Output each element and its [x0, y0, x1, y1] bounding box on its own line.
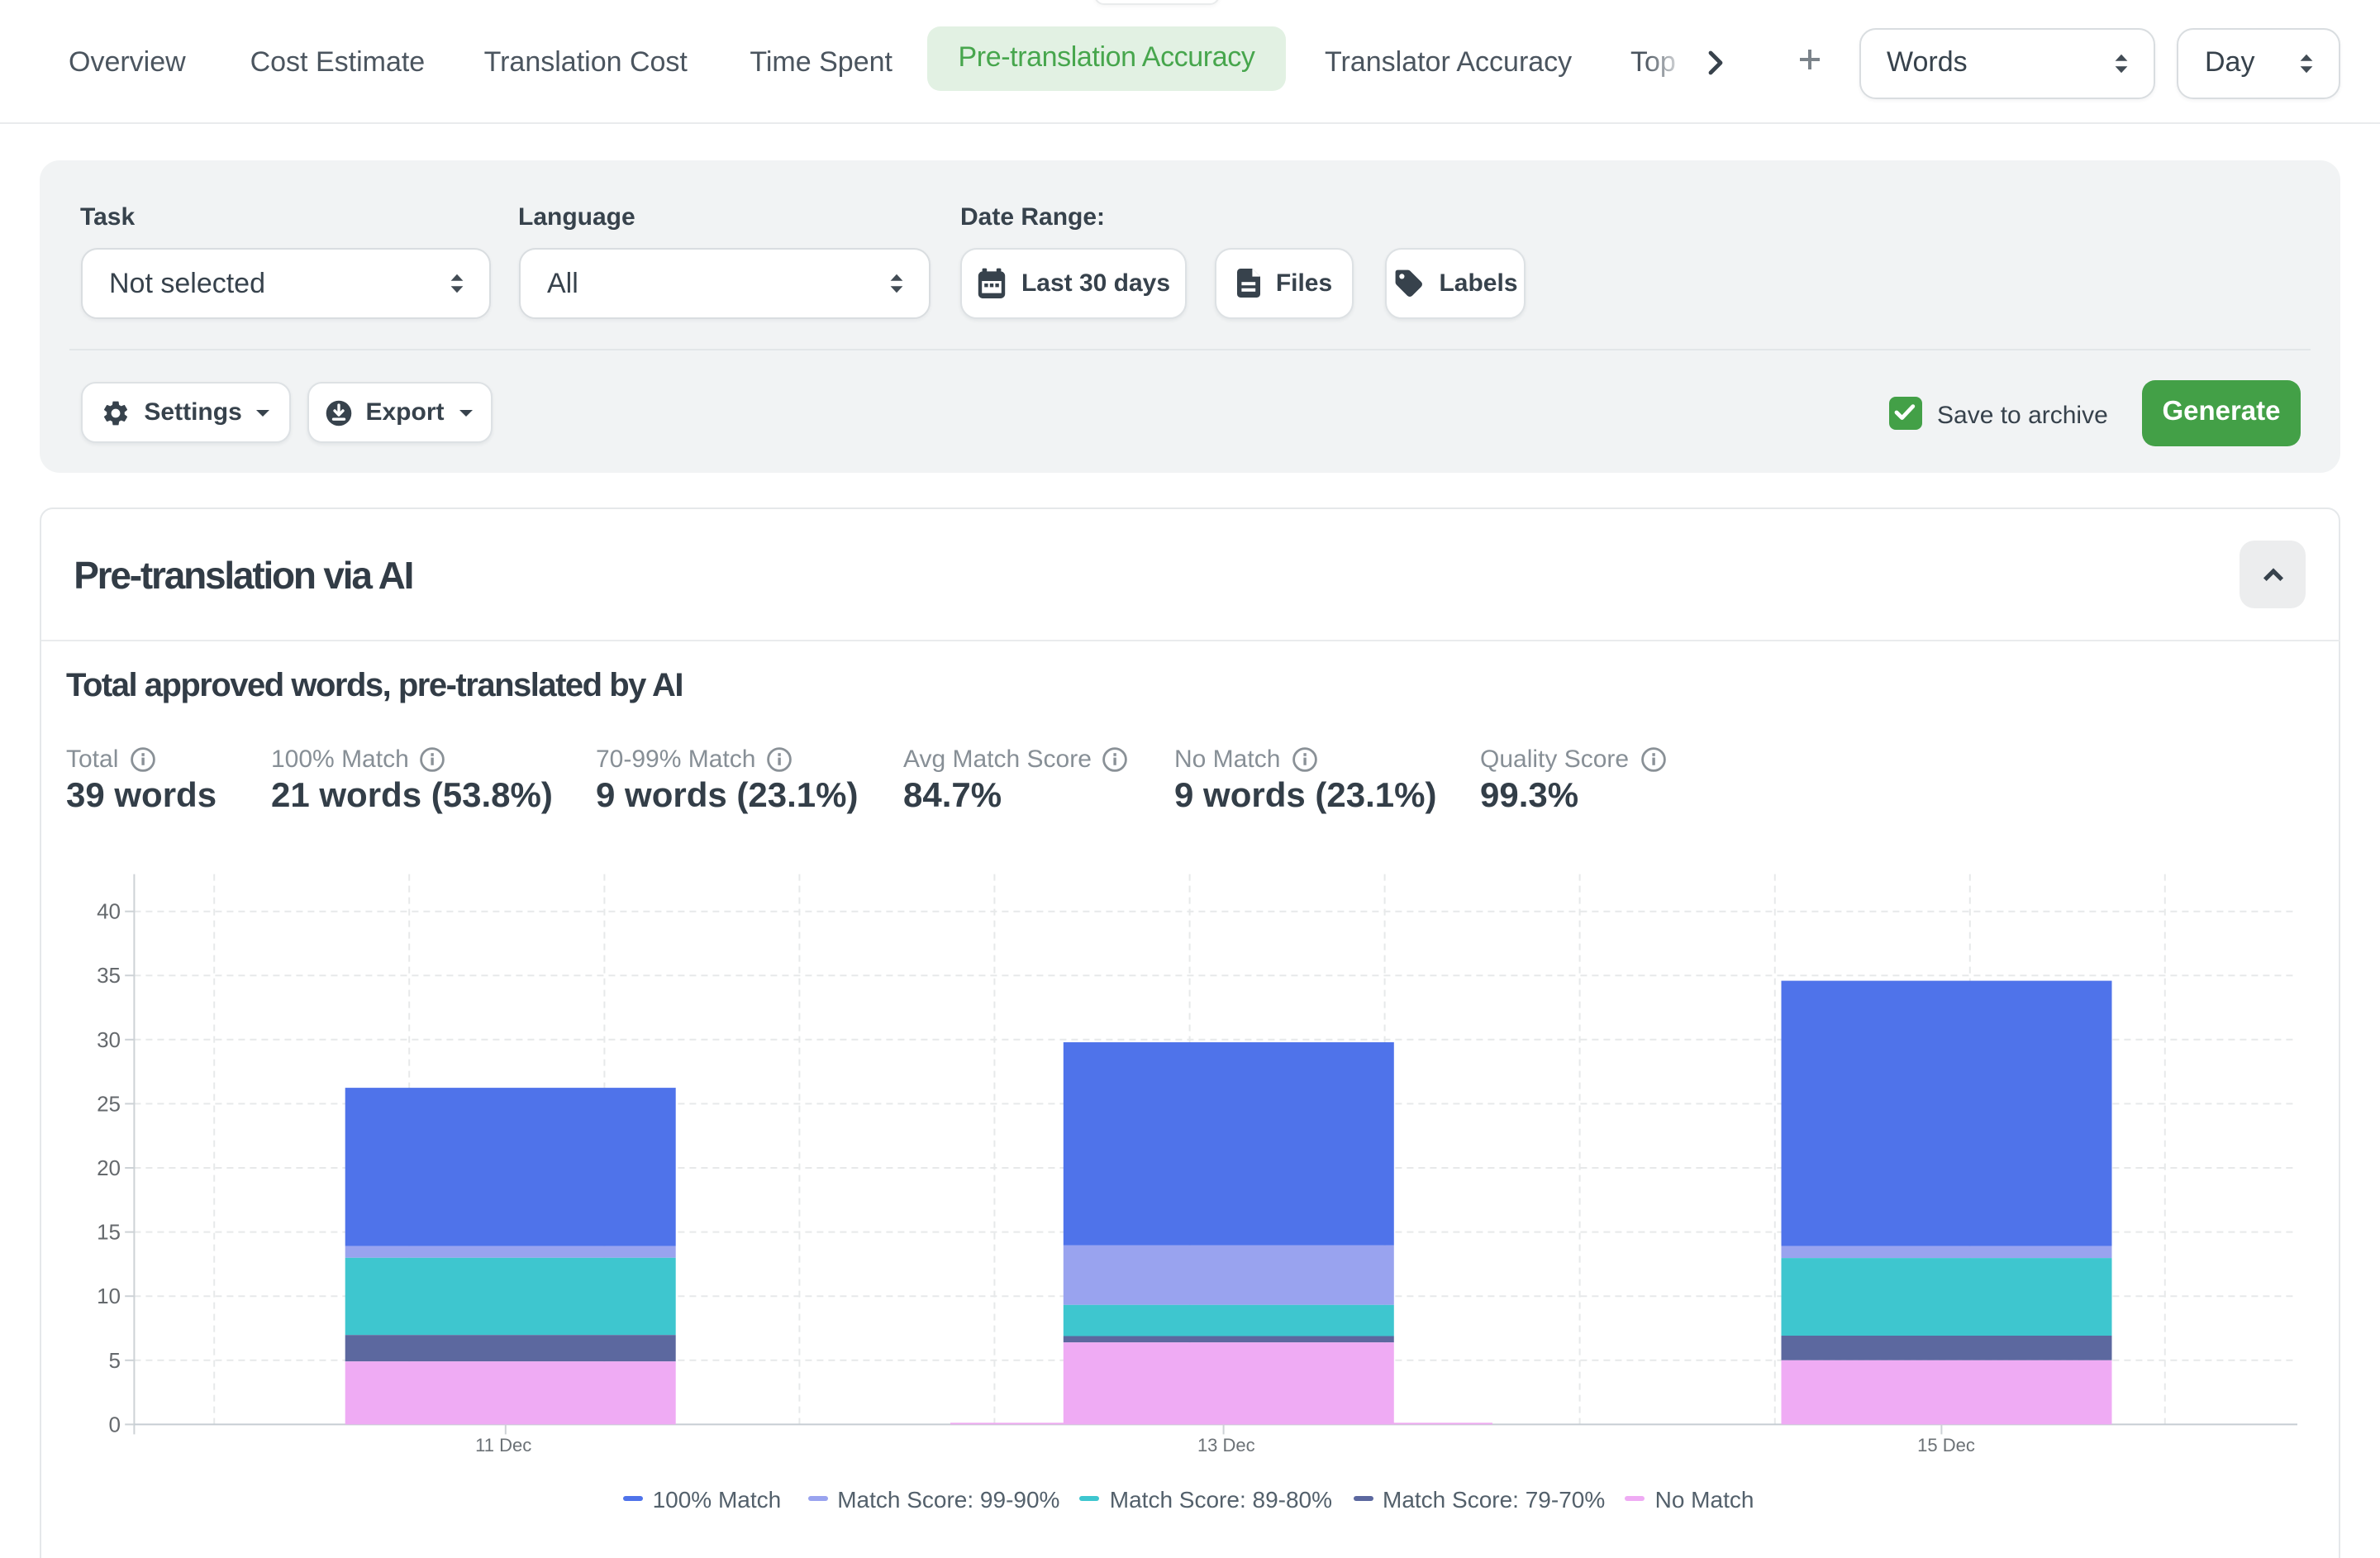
svg-text:25: 25	[97, 1091, 121, 1116]
svg-text:15: 15	[97, 1220, 121, 1245]
svg-text:11 Dec: 11 Dec	[475, 1435, 531, 1456]
svg-text:35: 35	[97, 963, 121, 988]
svg-text:40: 40	[97, 899, 121, 924]
svg-text:20: 20	[97, 1155, 121, 1180]
svg-text:15 Dec: 15 Dec	[1917, 1435, 1975, 1456]
svg-text:0: 0	[109, 1412, 121, 1437]
svg-text:13 Dec: 13 Dec	[1197, 1435, 1255, 1456]
svg-text:5: 5	[109, 1348, 121, 1373]
svg-text:10: 10	[97, 1284, 121, 1308]
svg-text:30: 30	[97, 1027, 121, 1052]
